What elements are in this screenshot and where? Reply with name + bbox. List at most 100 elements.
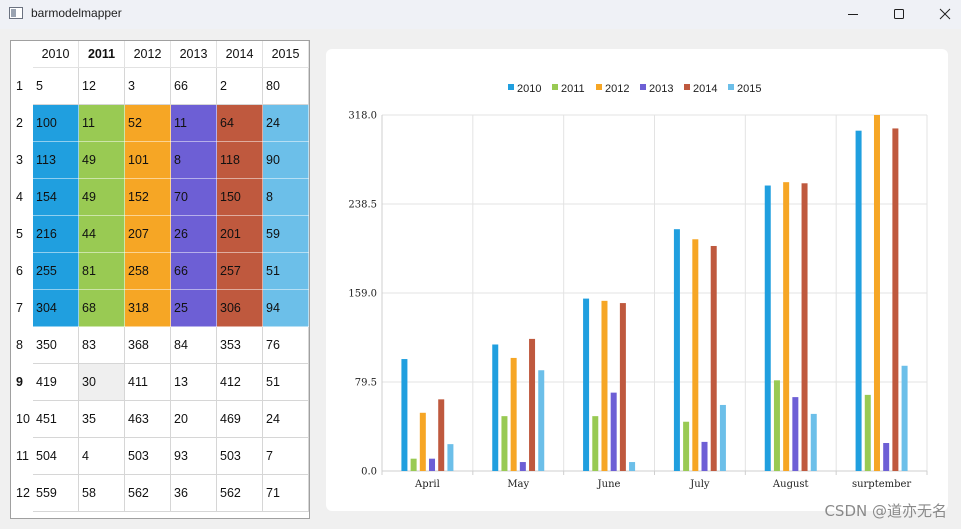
table-cell[interactable]: 451 bbox=[33, 400, 79, 438]
bar[interactable] bbox=[764, 185, 771, 471]
table-cell[interactable]: 350 bbox=[33, 326, 79, 364]
bar[interactable] bbox=[592, 416, 599, 471]
table-cell[interactable]: 52 bbox=[124, 104, 171, 142]
bar[interactable] bbox=[673, 229, 680, 471]
table-cell[interactable]: 419 bbox=[33, 363, 79, 401]
row-header[interactable]: 2 bbox=[11, 104, 33, 142]
table-cell[interactable]: 100 bbox=[33, 104, 79, 142]
table-cell[interactable]: 49 bbox=[78, 178, 125, 216]
bar[interactable] bbox=[873, 115, 880, 471]
table-cell[interactable]: 4 bbox=[78, 437, 125, 475]
bar[interactable] bbox=[510, 357, 517, 471]
table-cell[interactable]: 71 bbox=[262, 474, 309, 512]
bar[interactable] bbox=[801, 183, 808, 471]
bar[interactable] bbox=[401, 359, 408, 471]
close-button[interactable] bbox=[922, 0, 961, 28]
row-header[interactable]: 9 bbox=[11, 363, 33, 401]
table-cell[interactable]: 504 bbox=[33, 437, 79, 475]
table-cell[interactable]: 562 bbox=[124, 474, 171, 512]
bar[interactable] bbox=[438, 399, 445, 471]
table-cell[interactable]: 66 bbox=[170, 67, 217, 105]
maximize-button[interactable] bbox=[876, 0, 922, 28]
bar[interactable] bbox=[419, 412, 426, 471]
column-header[interactable]: 2011 bbox=[78, 41, 125, 68]
row-header[interactable]: 10 bbox=[11, 400, 33, 438]
table-cell[interactable]: 93 bbox=[170, 437, 217, 475]
row-header[interactable]: 7 bbox=[11, 289, 33, 327]
table-cell[interactable]: 13 bbox=[170, 363, 217, 401]
table-cell[interactable]: 24 bbox=[262, 400, 309, 438]
bar[interactable] bbox=[410, 458, 417, 471]
legend-label[interactable]: 2014 bbox=[693, 83, 717, 95]
table-cell[interactable]: 36 bbox=[170, 474, 217, 512]
bar[interactable] bbox=[583, 298, 590, 471]
table-cell[interactable]: 8 bbox=[262, 178, 309, 216]
column-header[interactable]: 2015 bbox=[262, 41, 309, 68]
bar[interactable] bbox=[792, 397, 799, 471]
table-cell[interactable]: 412 bbox=[216, 363, 263, 401]
minimize-button[interactable] bbox=[830, 0, 876, 28]
table-cell[interactable]: 353 bbox=[216, 326, 263, 364]
bar[interactable] bbox=[519, 462, 526, 471]
table-cell[interactable]: 201 bbox=[216, 215, 263, 253]
table-cell[interactable]: 35 bbox=[78, 400, 125, 438]
table-cell[interactable]: 101 bbox=[124, 141, 171, 179]
table-cell[interactable]: 66 bbox=[170, 252, 217, 290]
bar[interactable] bbox=[883, 443, 890, 471]
legend-label[interactable]: 2012 bbox=[605, 83, 629, 95]
table-cell[interactable]: 257 bbox=[216, 252, 263, 290]
table-cell[interactable]: 306 bbox=[216, 289, 263, 327]
table-cell[interactable]: 26 bbox=[170, 215, 217, 253]
table-cell[interactable]: 318 bbox=[124, 289, 171, 327]
table-cell[interactable]: 76 bbox=[262, 326, 309, 364]
bar[interactable] bbox=[892, 128, 899, 471]
table-cell[interactable]: 94 bbox=[262, 289, 309, 327]
row-header[interactable]: 3 bbox=[11, 141, 33, 179]
table-cell[interactable]: 503 bbox=[216, 437, 263, 475]
row-header[interactable]: 6 bbox=[11, 252, 33, 290]
bar[interactable] bbox=[492, 344, 499, 471]
table-cell[interactable]: 207 bbox=[124, 215, 171, 253]
legend-label[interactable]: 2013 bbox=[649, 83, 673, 95]
table-cell[interactable]: 255 bbox=[33, 252, 79, 290]
table-cell[interactable]: 83 bbox=[78, 326, 125, 364]
column-header[interactable]: 2013 bbox=[170, 41, 217, 68]
table-cell[interactable]: 463 bbox=[124, 400, 171, 438]
table-cell[interactable]: 70 bbox=[170, 178, 217, 216]
bar[interactable] bbox=[692, 239, 699, 471]
column-header[interactable]: 2012 bbox=[124, 41, 171, 68]
bar[interactable] bbox=[719, 404, 726, 471]
table-cell[interactable]: 113 bbox=[33, 141, 79, 179]
table-cell[interactable]: 25 bbox=[170, 289, 217, 327]
table-cell[interactable]: 49 bbox=[78, 141, 125, 179]
row-header[interactable]: 5 bbox=[11, 215, 33, 253]
table-cell[interactable]: 81 bbox=[78, 252, 125, 290]
bar[interactable] bbox=[601, 300, 608, 471]
bar[interactable] bbox=[683, 421, 690, 471]
bar[interactable] bbox=[501, 416, 508, 471]
bar[interactable] bbox=[783, 182, 790, 472]
table-cell[interactable]: 2 bbox=[216, 67, 263, 105]
table-cell[interactable]: 11 bbox=[78, 104, 125, 142]
table-cell[interactable]: 368 bbox=[124, 326, 171, 364]
table-cell[interactable]: 44 bbox=[78, 215, 125, 253]
table-cell[interactable]: 84 bbox=[170, 326, 217, 364]
bar[interactable] bbox=[447, 444, 454, 471]
table-cell[interactable]: 51 bbox=[262, 363, 309, 401]
legend-label[interactable]: 2011 bbox=[561, 83, 585, 95]
table-cell[interactable]: 7 bbox=[262, 437, 309, 475]
bar[interactable] bbox=[810, 413, 817, 471]
legend-label[interactable]: 2015 bbox=[737, 83, 761, 95]
table-cell[interactable]: 411 bbox=[124, 363, 171, 401]
table-cell[interactable]: 154 bbox=[33, 178, 79, 216]
table-cell[interactable]: 24 bbox=[262, 104, 309, 142]
bar[interactable] bbox=[629, 462, 636, 471]
table-cell[interactable]: 118 bbox=[216, 141, 263, 179]
row-header[interactable]: 1 bbox=[11, 67, 33, 105]
table-cell[interactable]: 5 bbox=[33, 67, 79, 105]
table-corner[interactable] bbox=[11, 41, 33, 68]
table-cell[interactable]: 51 bbox=[262, 252, 309, 290]
bar[interactable] bbox=[529, 338, 536, 471]
bar[interactable] bbox=[701, 441, 708, 471]
table-cell[interactable]: 80 bbox=[262, 67, 309, 105]
